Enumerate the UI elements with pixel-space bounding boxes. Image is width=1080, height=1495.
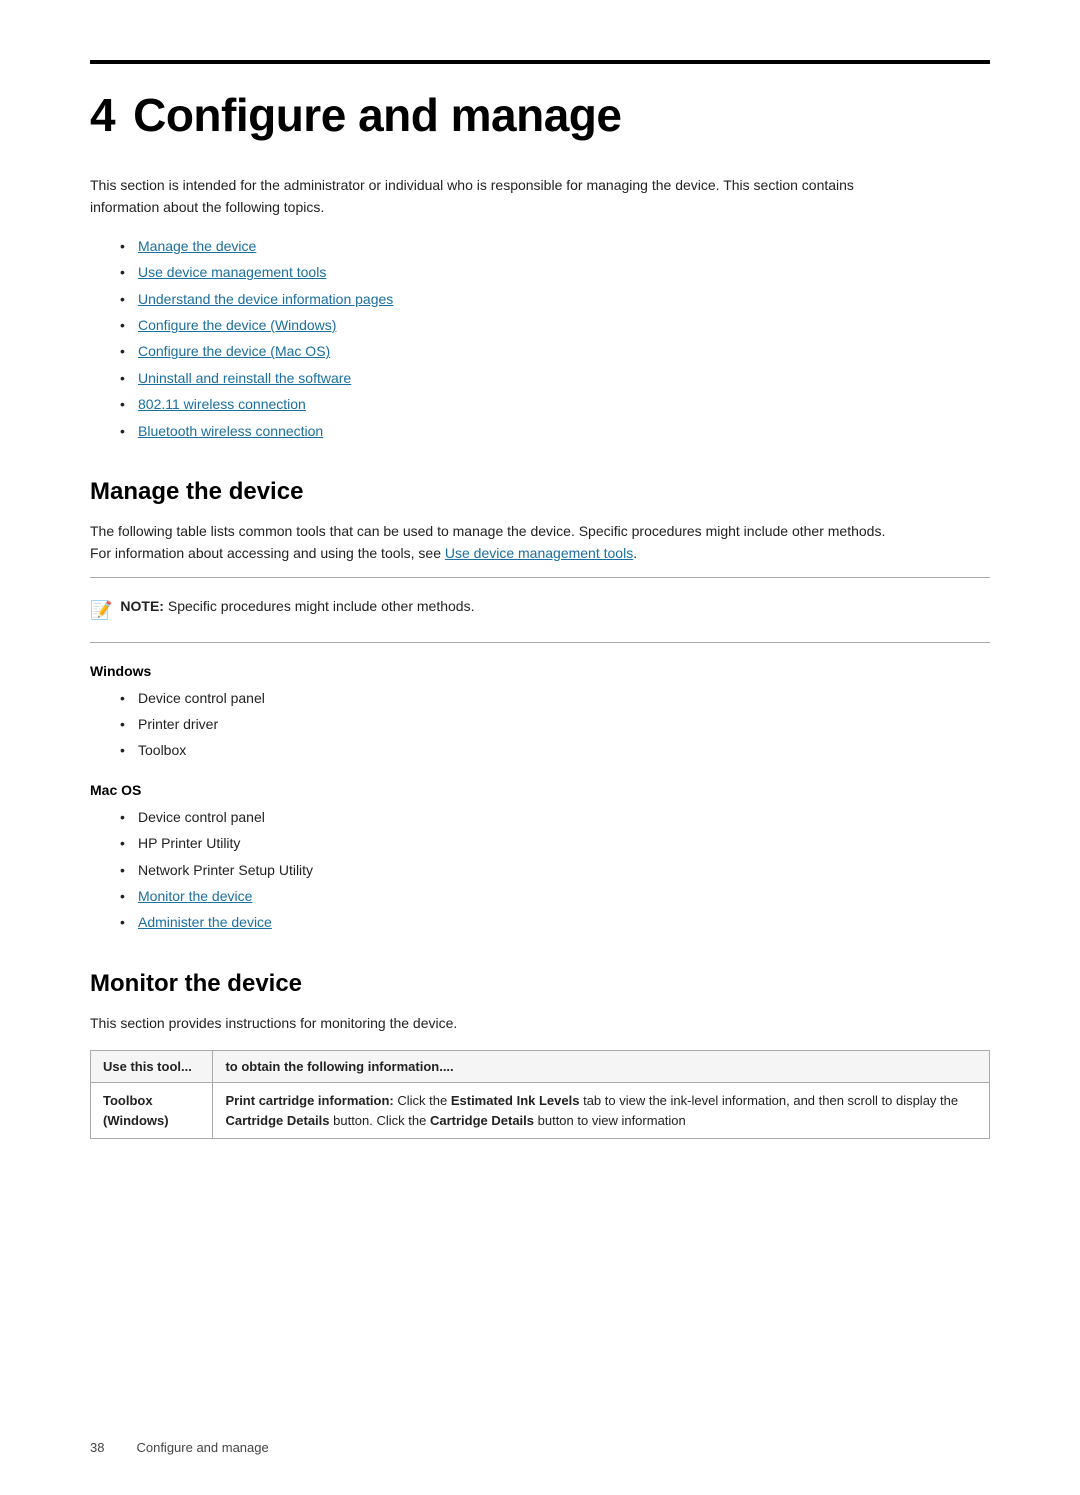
toc-item-4: Configure the device (Windows) [120,314,990,336]
footer-page-number: 38 [90,1440,104,1455]
toc-item-7: 802.11 wireless connection [120,393,990,415]
note-box: 📝 NOTE: Specific procedures might includ… [90,588,910,632]
monitor-section: Monitor the device This section provides… [90,970,990,1139]
note-body: Specific procedures might include other … [168,598,475,614]
windows-item-3: Toolbox [120,739,990,761]
manage-section-body: The following table lists common tools t… [90,520,910,565]
table-row: Toolbox (Windows) Print cartridge inform… [91,1083,990,1139]
table-cell-info: Print cartridge information: Click the E… [213,1083,990,1139]
toc-link-6[interactable]: Uninstall and reinstall the software [138,370,351,386]
note-label: NOTE: [120,598,164,614]
table-cell-bold-3: Cartridge Details [225,1113,329,1128]
macos-list: Device control panel HP Printer Utility … [120,806,990,934]
manage-body-link[interactable]: Use device management tools [445,545,633,561]
toc-item-5: Configure the device (Mac OS) [120,340,990,362]
note-text: NOTE: Specific procedures might include … [120,596,474,617]
toc-link-1[interactable]: Manage the device [138,238,256,254]
toc-item-6: Uninstall and reinstall the software [120,367,990,389]
footer: 38 Configure and manage [90,1440,990,1455]
toc-link-2[interactable]: Use device management tools [138,264,326,280]
chapter-number: 4 [90,89,115,141]
windows-item-2: Printer driver [120,713,990,735]
macos-link-monitor[interactable]: Monitor the device [138,888,252,904]
monitor-section-title: Monitor the device [90,970,990,998]
divider-top [90,577,990,578]
toc-link-8[interactable]: Bluetooth wireless connection [138,423,323,439]
macos-item-3: Network Printer Setup Utility [120,859,990,881]
toc-list: Manage the device Use device management … [120,235,990,442]
intro-paragraph: This section is intended for the adminis… [90,174,910,219]
toc-link-3[interactable]: Understand the device information pages [138,291,393,307]
chapter-title: 4 Configure and manage [90,88,990,142]
top-border [90,60,990,64]
table-cell-bold-1: Print cartridge information: [225,1093,393,1108]
macos-title: Mac OS [90,782,990,798]
toolbox-windows-label: Toolbox (Windows) [103,1093,169,1128]
manage-section: Manage the device The following table li… [90,478,990,934]
table-col2-header: to obtain the following information.... [213,1051,990,1083]
toc-item-8: Bluetooth wireless connection [120,420,990,442]
macos-item-2: HP Printer Utility [120,832,990,854]
macos-link-item-2: Administer the device [120,911,990,933]
macos-link-administer[interactable]: Administer the device [138,914,272,930]
note-icon: 📝 [90,597,112,624]
windows-item-1: Device control panel [120,687,990,709]
monitor-section-body: This section provides instructions for m… [90,1012,910,1034]
table-cell-bold-4: Cartridge Details [430,1113,534,1128]
manage-body-text-end: . [633,545,637,561]
toc-link-7[interactable]: 802.11 wireless connection [138,396,306,412]
toc-link-4[interactable]: Configure the device (Windows) [138,317,336,333]
monitor-table: Use this tool... to obtain the following… [90,1050,990,1139]
windows-list: Device control panel Printer driver Tool… [120,687,990,762]
footer-title: Configure and manage [136,1440,268,1455]
table-cell-bold-2: Estimated Ink Levels [451,1093,580,1108]
table-cell-tool: Toolbox (Windows) [91,1083,213,1139]
macos-item-1: Device control panel [120,806,990,828]
manage-section-title: Manage the device [90,478,990,506]
chapter-title-text: Configure and manage [133,89,621,141]
table-col1-header: Use this tool... [91,1051,213,1083]
toc-link-5[interactable]: Configure the device (Mac OS) [138,343,330,359]
toc-item-3: Understand the device information pages [120,288,990,310]
toc-item-2: Use device management tools [120,261,990,283]
macos-link-item-1: Monitor the device [120,885,990,907]
divider-bottom [90,642,990,643]
page: 4 Configure and manage This section is in… [0,0,1080,1495]
table-header-row: Use this tool... to obtain the following… [91,1051,990,1083]
windows-title: Windows [90,663,990,679]
toc-item-1: Manage the device [120,235,990,257]
